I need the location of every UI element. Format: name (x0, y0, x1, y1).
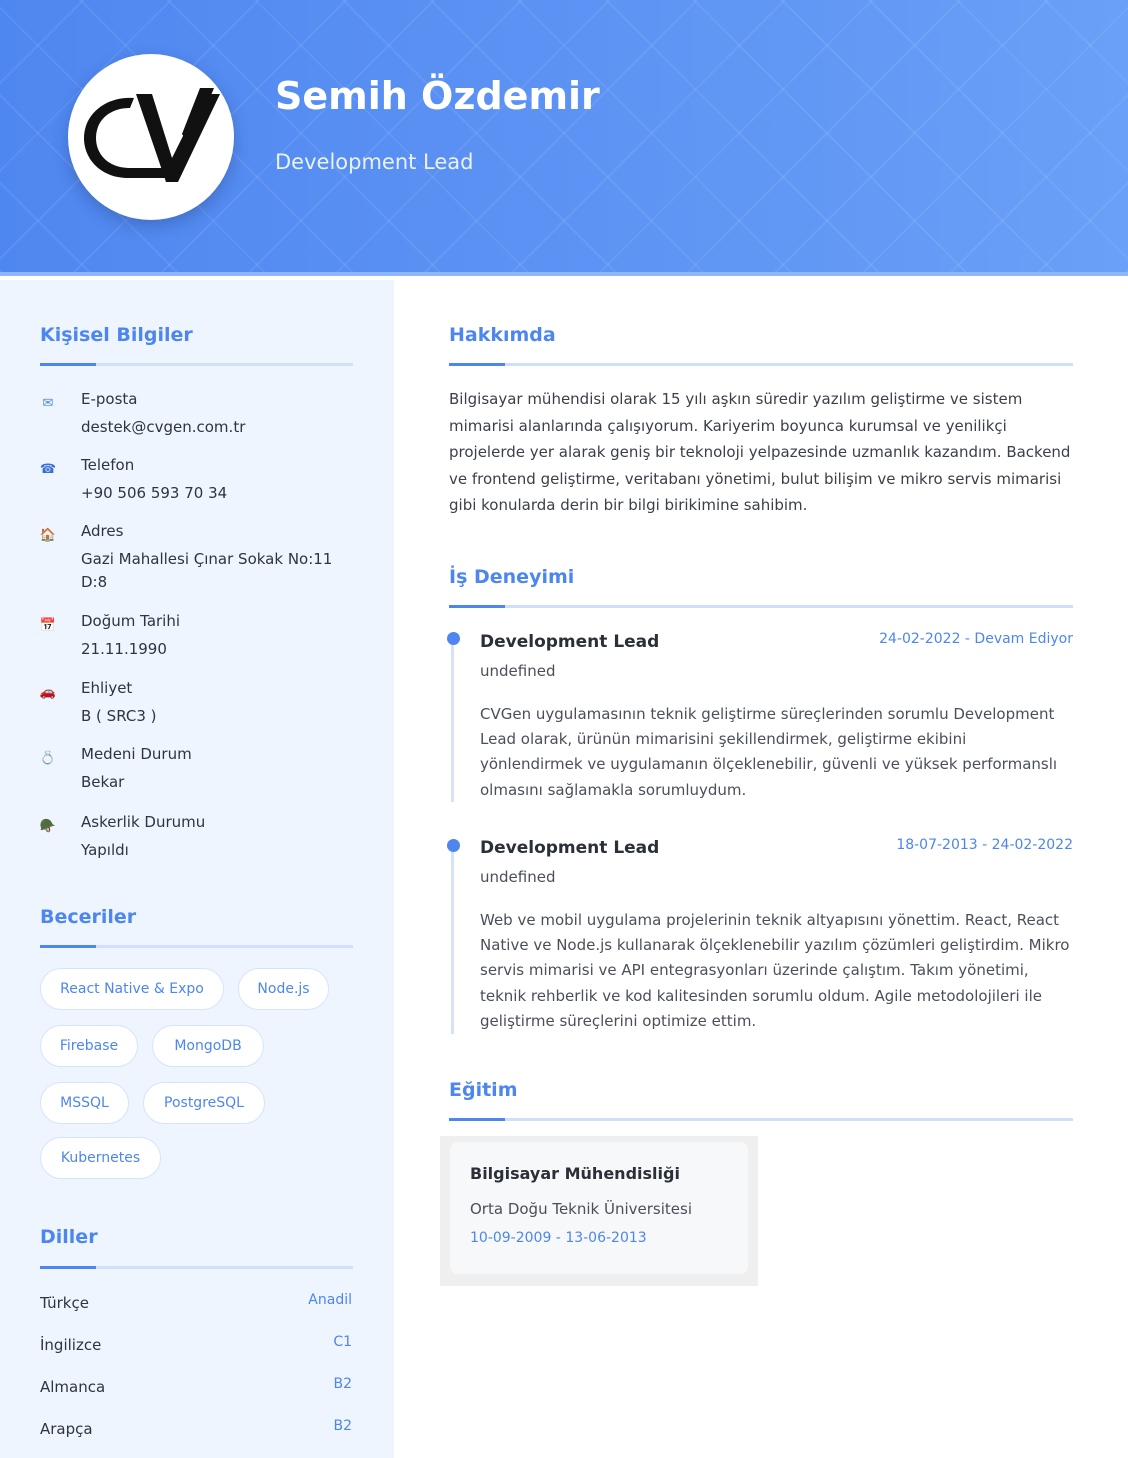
about-divider (449, 363, 1073, 366)
car-icon: 🚗 (39, 685, 57, 700)
avatar (68, 54, 234, 220)
info-value: 21.11.1990 (81, 640, 167, 658)
language-level: Anadil (308, 1292, 352, 1308)
info-label: Askerlik Durumu (81, 813, 206, 831)
skill-tag: Firebase (40, 1025, 138, 1067)
info-label: Medeni Durum (81, 745, 192, 763)
info-value: Bekar (81, 773, 125, 791)
language-name: Almanca (40, 1378, 106, 1396)
education-school: Orta Doğu Teknik Üniversitesi (470, 1200, 692, 1218)
envelope-icon: ✉ (42, 396, 54, 411)
language-row: Türkçe Anadil (40, 1292, 352, 1316)
job-description: CVGen uygulamasının teknik geliştirme sü… (480, 705, 1058, 799)
job-company: undefined (480, 868, 556, 886)
about-text: Bilgisayar mühendisi olarak 15 yılı aşkı… (449, 390, 1071, 514)
education-date: 10-09-2009 - 13-06-2013 (470, 1230, 647, 1246)
experience-heading: İş Deneyimi (449, 566, 575, 588)
timeline-line (451, 846, 454, 1034)
language-row: Arapça B2 (40, 1418, 352, 1442)
language-name: Türkçe (40, 1294, 89, 1312)
skill-tag: Node.js (238, 968, 329, 1010)
skill-tag: React Native & Expo (40, 968, 224, 1010)
language-row: İngilizce C1 (40, 1334, 352, 1358)
languages-divider (40, 1266, 353, 1269)
languages-heading: Diller (40, 1226, 98, 1248)
education-degree: Bilgisayar Mühendisliği (470, 1164, 680, 1183)
language-name: İngilizce (40, 1336, 102, 1354)
info-value[interactable]: destek@cvgen.com.tr (81, 416, 351, 439)
header-banner: Semih Özdemir Development Lead (0, 0, 1128, 276)
language-level: C1 (333, 1334, 352, 1350)
candidate-name: Semih Özdemir (275, 74, 600, 118)
candidate-title: Development Lead (275, 150, 474, 174)
info-label: Ehliyet (81, 679, 133, 697)
experience-divider (449, 605, 1073, 608)
info-label: Adres (81, 522, 124, 540)
timeline-dot (447, 632, 460, 645)
info-label: Telefon (81, 456, 135, 474)
info-label: Doğum Tarihi (81, 612, 181, 630)
education-divider (449, 1118, 1073, 1121)
personal-info-divider (40, 363, 353, 366)
language-level: B2 (333, 1376, 352, 1392)
education-heading: Eğitim (449, 1079, 518, 1101)
info-value: Yapıldı (81, 841, 129, 859)
ring-icon: 💍 (39, 751, 57, 766)
job-date: 24-02-2022 - Devam Ediyor (879, 631, 1073, 647)
info-value[interactable]: +90 506 593 70 34 (81, 482, 351, 505)
calendar-icon: 📅 (39, 618, 57, 633)
info-value: B ( SRC3 ) (81, 707, 157, 725)
job-title: Development Lead (480, 838, 660, 858)
job-title: Development Lead (480, 632, 660, 652)
sidebar (0, 280, 394, 1458)
timeline-dot (447, 839, 460, 852)
language-level: B2 (333, 1418, 352, 1434)
info-label: E-posta (81, 390, 138, 408)
timeline-line (451, 640, 454, 802)
skill-tag: MSSQL (40, 1082, 129, 1124)
skill-tag: PostgreSQL (143, 1082, 265, 1124)
about-heading: Hakkımda (449, 324, 556, 346)
phone-icon: ☎ (39, 462, 57, 477)
language-row: Almanca B2 (40, 1376, 352, 1400)
skill-tag: Kubernetes (40, 1137, 161, 1179)
skills-heading: Beceriler (40, 906, 137, 928)
helmet-icon: 🪖 (39, 819, 57, 834)
personal-info-heading: Kişisel Bilgiler (40, 324, 193, 346)
skill-tag: MongoDB (152, 1025, 264, 1067)
job-date: 18-07-2013 - 24-02-2022 (896, 837, 1073, 853)
skills-divider (40, 945, 353, 948)
house-icon: 🏠 (39, 528, 57, 543)
info-value: Gazi Mahallesi Çınar Sokak No:11 D:8 (81, 550, 333, 591)
job-description: Web ve mobil uygulama projelerinin tekni… (480, 911, 1070, 1030)
job-company: undefined (480, 662, 556, 680)
cv-logo-icon (84, 88, 220, 182)
language-name: Arapça (40, 1420, 93, 1438)
